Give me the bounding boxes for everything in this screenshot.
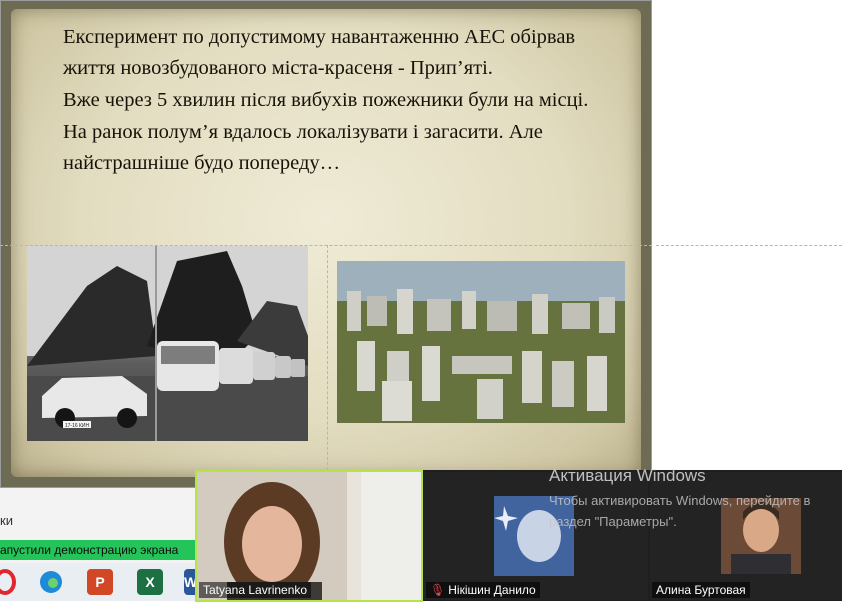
microphone-muted-icon: 🎙︎ — [430, 583, 446, 597]
slide-paragraph-3: На ранок полум’я вдалось локалізувати і … — [63, 121, 543, 174]
edge-icon[interactable] — [38, 569, 64, 595]
participant-name-label: Tatyana Lavrinenko — [199, 582, 312, 598]
slide-text-block: Експеримент по допустимому навантаженню … — [63, 22, 623, 180]
opera-icon[interactable] — [0, 569, 18, 595]
participant-name-label: 🎙︎ Нікішин Данило — [426, 582, 540, 598]
slide-guide-vertical — [327, 245, 328, 470]
slide-paragraph-2: Вже через 5 хвилин після вибухів пожежни… — [63, 89, 589, 111]
powerpoint-icon[interactable]: P — [87, 569, 113, 595]
windows-activation-subtitle: Чтобы активировать Windows, перейдите в … — [549, 493, 811, 529]
app-label-fragment: ки — [0, 513, 13, 528]
participant-name: Алина Буртовая — [656, 583, 746, 597]
photo-evacuation-buses: 17-16 КИН — [27, 246, 308, 441]
participant-name: Нікішин Данило — [448, 583, 536, 597]
slide-guide-line-right — [656, 245, 842, 246]
participant-name: Tatyana Lavrinenko — [203, 583, 308, 597]
car-license-plate: 17-16 КИН — [65, 423, 90, 429]
photo-pripyat-city — [337, 261, 625, 423]
excel-icon[interactable]: X — [137, 569, 163, 595]
windows-activation-title: Активация Windows — [549, 466, 706, 485]
participant-name-label: Алина Буртовая — [652, 582, 750, 598]
screen-share-status-bar[interactable]: апустили демонстрацию экрана — [0, 540, 195, 560]
participant-tile-active[interactable]: Tatyana Lavrinenko — [195, 470, 423, 602]
word-icon[interactable]: W — [184, 569, 197, 595]
windows-taskbar: P X W — [0, 563, 197, 601]
slide-paragraph-1: Експеримент по допустимому навантаженню … — [63, 26, 576, 79]
